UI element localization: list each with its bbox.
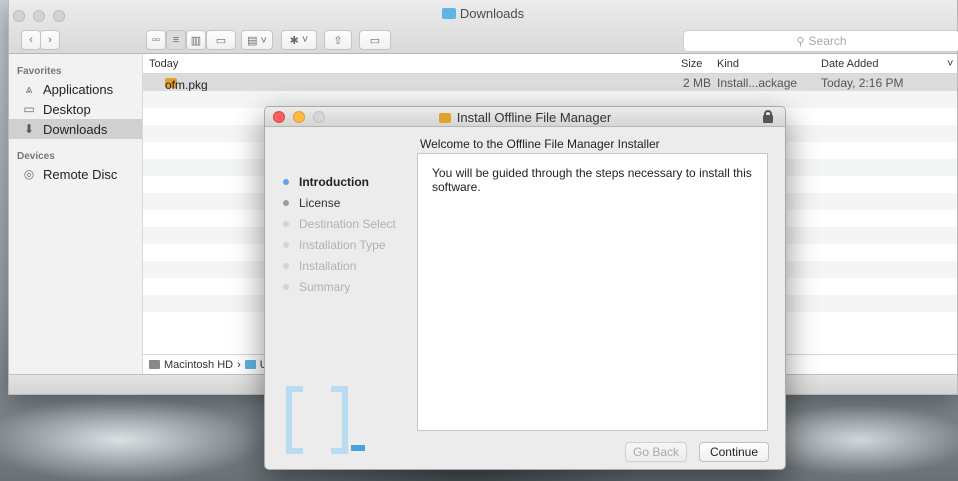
installer-window-title: Install Offline File Manager — [265, 110, 785, 125]
step-license: License — [283, 192, 396, 213]
finder-window-title: Downloads — [9, 6, 957, 21]
step-installation: Installation — [283, 255, 396, 276]
back-button[interactable]: ‹ — [21, 30, 41, 50]
file-size: 2 MB — [683, 76, 712, 90]
step-installation-type: Installation Type — [283, 234, 396, 255]
sidebar-item-label: Downloads — [43, 121, 108, 137]
share-button[interactable]: ⇧ — [324, 30, 352, 50]
sidebar-item-label: Desktop — [43, 101, 91, 117]
sidebar-item-downloads[interactable]: ⬇ Downloads — [9, 119, 142, 139]
step-bullet-icon — [283, 241, 289, 248]
hard-disk-icon — [149, 360, 160, 369]
installer-titlebar: Install Offline File Manager — [265, 107, 785, 127]
installer-body-text: You will be guided through the steps nec… — [432, 166, 752, 195]
list-view-button[interactable]: ≡ — [166, 30, 186, 50]
step-summary: Summary — [283, 276, 396, 297]
tag-icon: ▭ — [369, 34, 381, 47]
step-label: Destination Select — [299, 216, 396, 231]
step-introduction: Introduction — [283, 171, 396, 192]
icon-view-button[interactable]: ▫▫ — [146, 30, 166, 50]
package-icon — [438, 113, 451, 123]
finder-title-text: Downloads — [459, 6, 525, 21]
table-row[interactable]: ofm.pkg 2 MB Install...ackage Today, 2:1… — [143, 74, 957, 92]
step-bullet-icon — [283, 283, 289, 290]
downloads-icon: ⬇ — [23, 122, 35, 136]
lock-icon — [763, 110, 773, 123]
sidebar-heading-devices: Devices — [17, 151, 55, 162]
action-gear-button[interactable]: ✱ ˅ — [281, 30, 317, 50]
step-label: License — [299, 195, 341, 210]
search-input[interactable]: ⚲ Search — [683, 30, 958, 52]
continue-button[interactable]: Continue — [699, 442, 769, 462]
sidebar-item-applications[interactable]: ⩓ Applications — [9, 79, 142, 99]
chevron-down-icon[interactable]: ˅ — [947, 58, 953, 70]
step-label: Summary — [299, 279, 351, 294]
path-separator: › — [237, 358, 241, 371]
step-bullet-icon — [283, 262, 289, 269]
finder-toolbar: Downloads ‹ › ▫▫ ≡ ▥ ▭ ▤ ˅ ✱ ˅ ⇧ ▭ ⚲ Sea… — [9, 0, 958, 54]
sidebar-heading-favorites: Favorites — [17, 66, 62, 77]
arrange-button[interactable]: ▤ ˅ — [241, 30, 273, 50]
list-header: Today Size Kind Date Added ˅ — [143, 54, 957, 74]
column-header-kind[interactable]: Kind — [717, 58, 739, 70]
finder-sidebar: Favorites ⩓ Applications ▭ Desktop ⬇ Dow… — [9, 54, 143, 374]
file-name: ofm.pkg — [165, 78, 208, 92]
column-header-date-added[interactable]: Date Added — [821, 58, 879, 70]
column-header-name[interactable]: Today — [149, 58, 178, 70]
go-back-button[interactable]: Go Back — [625, 442, 687, 462]
gear-icon: ✱ — [289, 34, 299, 47]
step-bullet-icon — [283, 178, 289, 185]
sidebar-item-label: Remote Disc — [43, 166, 118, 182]
applications-icon: ⩓ — [25, 81, 33, 96]
desktop-icon: ▭ — [23, 102, 35, 116]
column-view-button[interactable]: ▥ — [186, 30, 206, 50]
path-item-disk[interactable]: Macintosh HD — [164, 359, 233, 371]
folder-icon — [244, 360, 256, 369]
step-label: Installation Type — [299, 237, 386, 252]
installer-title-text: Install Offline File Manager — [456, 110, 612, 125]
installer-steps: Introduction License Destination Select … — [283, 171, 396, 297]
step-destination-select: Destination Select — [283, 213, 396, 234]
tags-button[interactable]: ▭ — [359, 30, 391, 50]
step-bullet-icon — [283, 220, 289, 227]
forward-button[interactable]: › — [40, 30, 60, 50]
installer-content-pane: You will be guided through the steps nec… — [417, 153, 768, 431]
disc-icon: ◎ — [23, 167, 35, 181]
cover-flow-button[interactable]: ▭ — [206, 30, 236, 50]
file-date-added: Today, 2:16 PM — [821, 76, 904, 90]
step-label: Installation — [299, 258, 357, 273]
search-placeholder: Search — [808, 34, 847, 48]
installer-heading: Welcome to the Offline File Manager Inst… — [420, 137, 660, 151]
column-header-size[interactable]: Size — [681, 58, 702, 70]
share-icon: ⇧ — [333, 34, 343, 47]
sidebar-item-remote-disc[interactable]: ◎ Remote Disc — [9, 164, 142, 184]
file-kind: Install...ackage — [717, 76, 798, 90]
installer-logo-icon — [286, 386, 365, 454]
step-bullet-icon — [283, 199, 289, 206]
sidebar-item-desktop[interactable]: ▭ Desktop — [9, 99, 142, 119]
step-label: Introduction — [299, 174, 369, 189]
installer-window: Install Offline File Manager Welcome to … — [264, 106, 786, 470]
search-icon: ⚲ — [796, 35, 805, 48]
folder-icon — [441, 8, 456, 19]
sidebar-item-label: Applications — [43, 81, 114, 97]
